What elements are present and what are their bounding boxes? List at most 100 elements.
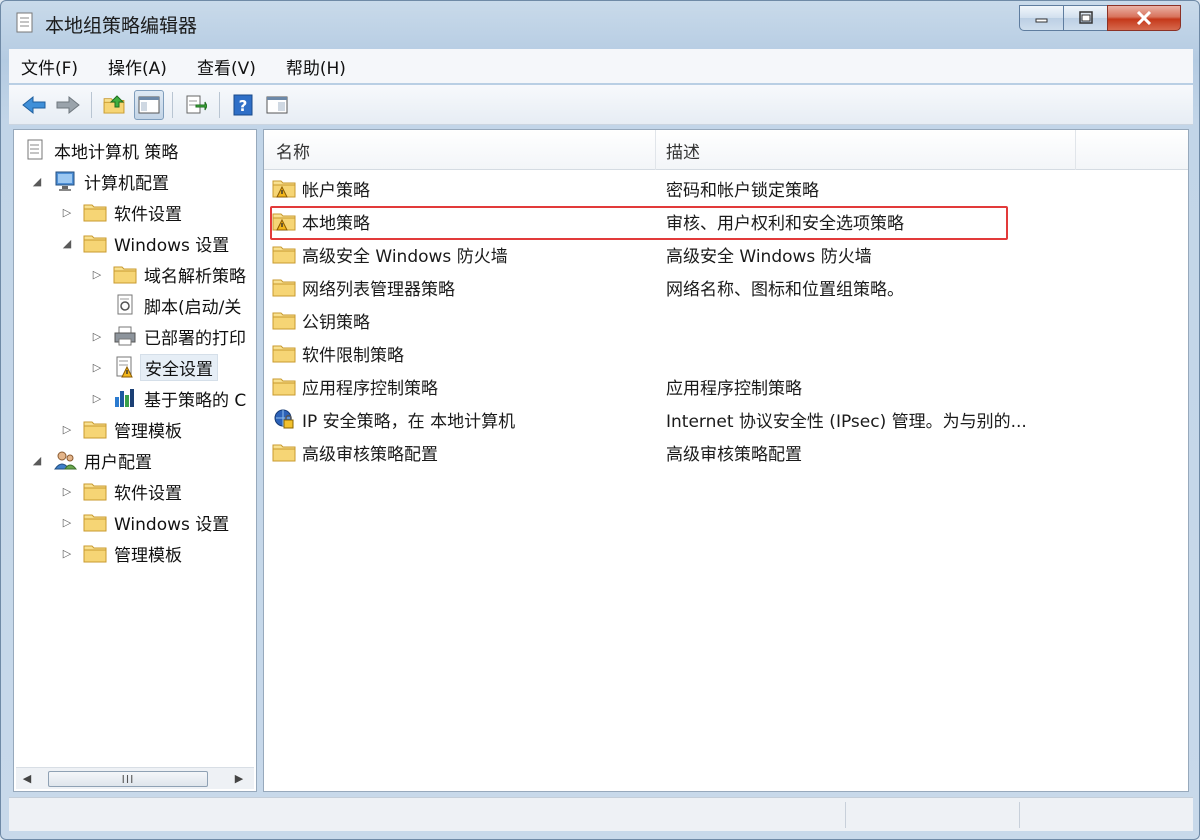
tree-item-windows-settings[interactable]: ◢ Windows 设置 [60, 229, 229, 257]
list-item-windows-firewall[interactable]: 高级安全 Windows 防火墙 高级安全 Windows 防火墙 [268, 239, 1168, 269]
back-arrow-icon [22, 95, 46, 114]
svg-text:?: ? [239, 97, 248, 115]
users-icon [52, 449, 78, 471]
menu-view[interactable]: 查看(V) [195, 52, 258, 81]
column-headers: 名称 描述 [264, 130, 1188, 170]
list-item-advanced-audit[interactable]: 高级审核策略配置 高级审核策略配置 [268, 437, 1168, 467]
tree-item-computer-config[interactable]: ◢ 计算机配置 [30, 167, 169, 195]
title-bar[interactable]: 本地组策略编辑器 [1, 1, 1199, 45]
folder-icon [82, 511, 108, 533]
help-button[interactable]: ? [228, 90, 258, 120]
toolbar-separator [172, 91, 173, 118]
expand-arrow-icon[interactable]: ▷ [60, 205, 74, 219]
folder-icon [112, 263, 138, 285]
menu-action[interactable]: 操作(A) [106, 52, 169, 81]
folder-icon [82, 418, 108, 440]
console-tree[interactable]: 本地计算机 策略 ◢ 计算机配置 ▷ 软件设置 ◢ Windows 设置 ▷ 域… [13, 129, 257, 792]
minimize-button[interactable] [1019, 5, 1063, 31]
expand-arrow-icon[interactable]: ▷ [60, 422, 74, 436]
folder-icon [272, 342, 296, 364]
window-title: 本地组策略编辑器 [45, 15, 198, 37]
collapse-arrow-icon[interactable]: ◢ [30, 453, 44, 467]
tree-item-software-settings[interactable]: ▷ 软件设置 [60, 198, 182, 226]
tree-horizontal-scrollbar[interactable]: ◀ III ▶ [16, 767, 254, 789]
list-item-account-policies[interactable]: 帐户策略 密码和帐户锁定策略 [268, 173, 1168, 203]
column-header-name[interactable]: 名称 [264, 130, 656, 170]
scroll-right-arrow-icon[interactable]: ▶ [228, 772, 250, 785]
caption-buttons [1019, 5, 1181, 31]
tree-item-admin-templates[interactable]: ▷ 管理模板 [60, 415, 182, 443]
scrollbar-thumb[interactable]: III [48, 771, 208, 787]
folder-icon [82, 201, 108, 223]
bar-chart-icon [112, 387, 138, 409]
tree-item-scripts[interactable]: 脚本(启动/关 [112, 291, 241, 319]
folder-icon [82, 542, 108, 564]
policy-document-icon [15, 12, 35, 34]
tree-item-policy-based-qos[interactable]: ▷ 基于策略的 C [90, 384, 246, 412]
script-icon [112, 294, 138, 316]
expand-arrow-icon[interactable]: ▷ [90, 391, 104, 405]
column-header-description[interactable]: 描述 [656, 130, 1076, 170]
computer-icon [52, 170, 78, 192]
console-tree-icon [138, 96, 160, 113]
close-button[interactable] [1107, 5, 1181, 31]
folder-icon [82, 480, 108, 502]
tree-item-user-config[interactable]: ◢ 用户配置 [30, 446, 152, 474]
export-list-button[interactable] [181, 90, 211, 120]
list-item-public-key-policies[interactable]: 公钥策略 [268, 305, 1168, 335]
list-item-local-policies[interactable]: 本地策略 审核、用户权利和安全选项策略 [268, 206, 1168, 236]
folder-lock-icon [272, 210, 296, 232]
expand-arrow-icon[interactable]: ▷ [90, 360, 104, 374]
tree-item-name-resolution-policy[interactable]: ▷ 域名解析策略 [90, 260, 246, 288]
group-policy-editor-window: 本地组策略编辑器 文件(F) 操作(A) 查看(V) 帮助(H) ? 本地计算机… [0, 0, 1200, 840]
tree-item-deployed-printers[interactable]: ▷ 已部署的打印 [90, 322, 246, 350]
folder-icon [272, 375, 296, 397]
tree-item-user-admin-templates[interactable]: ▷ 管理模板 [60, 539, 182, 567]
back-button[interactable] [19, 90, 49, 120]
list-item-application-control[interactable]: 应用程序控制策略 应用程序控制策略 [268, 371, 1168, 401]
minimize-icon [1035, 18, 1047, 23]
maximize-button[interactable] [1063, 5, 1107, 31]
action-pane-button[interactable] [262, 90, 292, 120]
toolbar: ? [9, 85, 1193, 125]
tree-item-security-settings[interactable]: ▷ 安全设置 [90, 353, 218, 381]
tree-item-user-windows-settings[interactable]: ▷ Windows 设置 [60, 508, 229, 536]
expand-arrow-icon[interactable]: ▷ [60, 484, 74, 498]
status-divider [845, 802, 846, 828]
menu-help[interactable]: 帮助(H) [284, 52, 348, 81]
folder-icon [272, 309, 296, 331]
expand-arrow-icon[interactable]: ▷ [60, 546, 74, 560]
menu-file[interactable]: 文件(F) [19, 52, 80, 81]
status-divider [1019, 802, 1020, 828]
expand-arrow-icon[interactable]: ▷ [90, 267, 104, 281]
tree-item-user-software-settings[interactable]: ▷ 软件设置 [60, 477, 182, 505]
collapse-arrow-icon[interactable]: ◢ [60, 236, 74, 250]
scroll-left-arrow-icon[interactable]: ◀ [16, 772, 38, 785]
folder-icon [272, 243, 296, 265]
menu-bar: 文件(F) 操作(A) 查看(V) 帮助(H) [9, 49, 1193, 83]
forward-button[interactable] [53, 90, 83, 120]
expand-arrow-icon[interactable]: ▷ [60, 515, 74, 529]
folder-icon [272, 441, 296, 463]
collapse-arrow-icon[interactable]: ◢ [30, 174, 44, 188]
status-bar [9, 797, 1193, 831]
details-pane[interactable]: 名称 描述 帐户策略 密码和帐户锁定策略 本地策略 审核、用户权利和安全选项策略… [263, 129, 1189, 792]
close-icon [1136, 11, 1152, 25]
list-item-network-list-manager[interactable]: 网络列表管理器策略 网络名称、图标和位置组策略。 [268, 272, 1168, 302]
action-pane-icon [266, 96, 288, 113]
help-icon: ? [233, 94, 253, 115]
scroll-grip: III [121, 772, 135, 786]
list-item-ip-security[interactable]: IP 安全策略，在 本地计算机 Internet 协议安全性 (IPsec) 管… [268, 404, 1168, 434]
toolbar-separator [91, 91, 92, 118]
ipsec-icon [272, 408, 296, 430]
folder-icon [82, 232, 108, 254]
folder-lock-icon [272, 177, 296, 199]
list-item-software-restriction[interactable]: 软件限制策略 [268, 338, 1168, 368]
folder-up-icon [103, 94, 125, 114]
expand-arrow-icon[interactable]: ▷ [90, 329, 104, 343]
export-list-icon [186, 95, 207, 113]
folder-icon [272, 276, 296, 298]
show-hide-tree-button[interactable] [134, 89, 164, 120]
tree-item-local-computer-policy[interactable]: 本地计算机 策略 [22, 136, 178, 164]
up-level-button[interactable] [100, 90, 130, 120]
